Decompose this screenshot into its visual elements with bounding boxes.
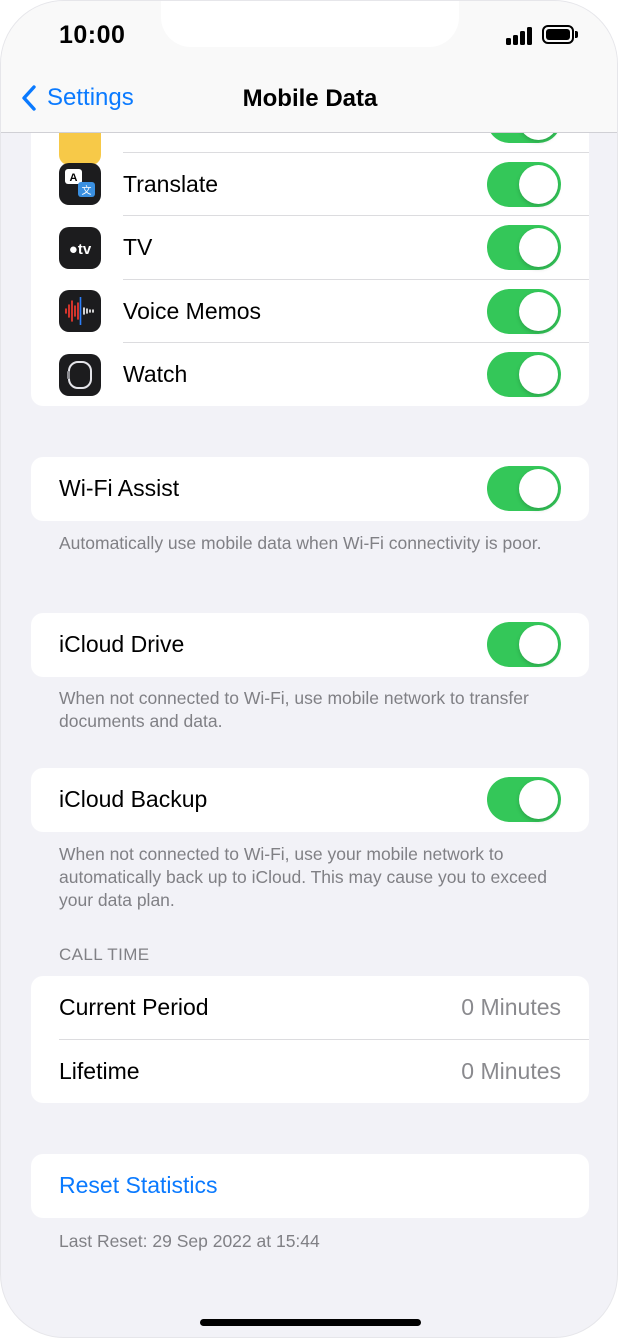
- call-time-value: 0 Minutes: [461, 1057, 561, 1084]
- wifi-assist-toggle[interactable]: [487, 466, 561, 512]
- call-time-row-current-period: Current Period 0 Minutes: [31, 976, 589, 1040]
- watch-toggle[interactable]: [487, 352, 561, 398]
- svg-text:A: A: [70, 172, 78, 184]
- voice-memos-app-icon: [59, 290, 101, 333]
- icloud-backup-footer: When not connected to Wi-Fi, use your mo…: [59, 844, 547, 910]
- svg-text:●tv: ●tv: [69, 241, 92, 258]
- app-label: Watch: [123, 361, 188, 388]
- settings-list[interactable]: A 文 Translate ●tv TV Voice Memos Watch W…: [1, 133, 617, 1337]
- status-bar: 10:00: [1, 1, 617, 61]
- list-item[interactable]: [31, 133, 589, 165]
- app-row-translate[interactable]: A 文 Translate: [31, 153, 589, 216]
- battery-icon: [542, 25, 578, 44]
- reset-statistics-label: Reset Statistics: [59, 1172, 218, 1199]
- toggle-switch[interactable]: [487, 133, 561, 143]
- icloud-backup-label: iCloud Backup: [59, 786, 208, 813]
- app-row-voice-memos[interactable]: Voice Memos: [31, 280, 589, 343]
- app-label: TV: [123, 234, 153, 261]
- app-label: Voice Memos: [123, 297, 262, 324]
- navigation-bar: Settings Mobile Data: [1, 61, 617, 133]
- apps-group: A 文 Translate ●tv TV Voice Memos Watch: [31, 133, 589, 406]
- icloud-backup-toggle[interactable]: [487, 777, 561, 823]
- icloud-drive-row[interactable]: iCloud Drive: [31, 613, 589, 677]
- wifi-assist-group: Wi-Fi Assist: [31, 457, 589, 521]
- wifi-assist-footer: Automatically use mobile data when Wi-Fi…: [59, 533, 542, 553]
- call-time-label: Lifetime: [59, 1057, 140, 1084]
- reset-group: Reset Statistics: [31, 1154, 589, 1218]
- call-time-value: 0 Minutes: [461, 994, 561, 1021]
- last-reset-text: Last Reset: 29 Sep 2022 at 15:44: [59, 1231, 320, 1251]
- wifi-assist-label: Wi-Fi Assist: [59, 475, 180, 502]
- translate-toggle[interactable]: [487, 161, 561, 207]
- icloud-drive-label: iCloud Drive: [59, 631, 185, 658]
- call-time-group: Current Period 0 Minutes Lifetime 0 Minu…: [31, 976, 589, 1103]
- icloud-backup-row[interactable]: iCloud Backup: [31, 768, 589, 832]
- icloud-drive-footer: When not connected to Wi-Fi, use mobile …: [59, 688, 529, 731]
- icloud-drive-toggle[interactable]: [487, 622, 561, 668]
- icloud-drive-group: iCloud Drive: [31, 613, 589, 677]
- home-indicator[interactable]: [200, 1319, 421, 1326]
- app-label: Translate: [123, 170, 219, 197]
- page-title: Mobile Data: [242, 85, 378, 112]
- tv-toggle[interactable]: [487, 225, 561, 271]
- app-row-watch[interactable]: Watch: [31, 343, 589, 406]
- call-time-row-lifetime: Lifetime 0 Minutes: [31, 1040, 589, 1104]
- call-time-label: Current Period: [59, 994, 209, 1021]
- icloud-backup-group: iCloud Backup: [31, 768, 589, 832]
- translate-app-icon: A 文: [59, 163, 101, 206]
- call-time-header: CALL TIME: [59, 945, 150, 964]
- app-row-tv[interactable]: ●tv TV: [31, 216, 589, 280]
- tv-app-icon: ●tv: [59, 226, 101, 269]
- reset-statistics-button[interactable]: Reset Statistics: [31, 1154, 589, 1218]
- notch: [161, 1, 459, 47]
- watch-app-icon: [59, 353, 101, 396]
- phone-screen: 10:00 Settings Mobile Data A 文 Translate…: [0, 0, 618, 1338]
- cellular-signal-icon: [506, 27, 536, 45]
- svg-text:文: 文: [82, 184, 92, 197]
- wifi-assist-row[interactable]: Wi-Fi Assist: [31, 457, 589, 521]
- voice-memos-toggle[interactable]: [487, 288, 561, 334]
- status-time: 10:00: [59, 21, 126, 49]
